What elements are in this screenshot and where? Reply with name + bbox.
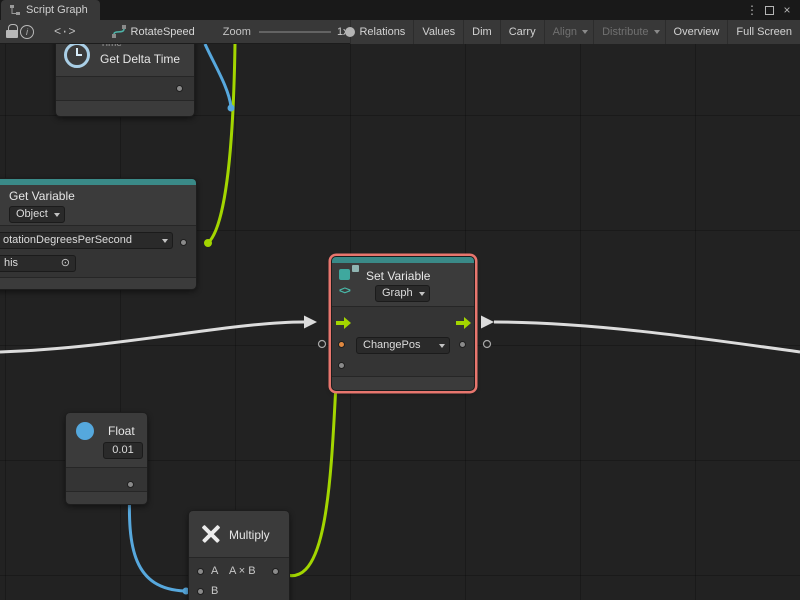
multiply-b-port[interactable] — [197, 588, 204, 595]
node-category: Time — [100, 44, 122, 49]
float-value-field[interactable]: 0.01 — [103, 442, 143, 459]
graph-node-glyph — [339, 269, 350, 280]
overview-button[interactable]: Overview — [665, 20, 728, 44]
node-title: Float — [108, 424, 135, 438]
node-float[interactable]: Float 0.01 — [65, 412, 148, 505]
set-variable-icon — [338, 265, 362, 301]
flow-arrow-cap-right — [481, 316, 494, 329]
script-graph-icon — [9, 4, 21, 16]
flow-wire-right — [494, 322, 800, 352]
variable-value-port[interactable] — [180, 239, 187, 246]
flow-output-port[interactable] — [456, 317, 471, 329]
delta-time-output-port[interactable] — [176, 85, 183, 92]
info-icon[interactable] — [18, 20, 36, 44]
arrow-bar — [336, 321, 344, 325]
port-label-result: A × B — [229, 565, 256, 577]
lock-icon[interactable] — [0, 20, 18, 44]
variable-name-dropdown[interactable]: otationDegreesPerSecond — [0, 232, 173, 249]
code-icon[interactable]: <·> — [52, 20, 78, 44]
port-label-b: B — [211, 585, 218, 597]
graph-name: RotateSpeed — [131, 26, 195, 38]
node-title: Multiply — [229, 528, 270, 542]
maximize-icon[interactable] — [765, 6, 774, 15]
node-port-section — [56, 77, 194, 100]
node-port-section — [66, 468, 147, 491]
tab-title: Script Graph — [26, 4, 88, 16]
variable-scope-dropdown[interactable]: Graph — [375, 285, 430, 302]
float-output-port[interactable] — [127, 481, 134, 488]
value-output-port[interactable] — [459, 341, 466, 348]
node-title: Get Delta Time — [100, 52, 180, 66]
multiply-icon — [201, 524, 221, 544]
node-multiply[interactable]: Multiply A A × B B — [188, 510, 290, 600]
toolbar-buttons: Relations Values Dim Carry Align Distrib… — [350, 20, 800, 44]
variable-name-dropdown[interactable]: ChangePos — [356, 337, 450, 354]
target-value: his — [4, 257, 18, 269]
port-label-a: A — [211, 565, 218, 577]
graph-canvas[interactable]: Time Get Delta Time Get Variable Object … — [0, 44, 800, 600]
node-footer — [0, 278, 196, 290]
node-set-variable[interactable]: Set Variable Graph ChangePos — [331, 256, 475, 391]
node-footer — [66, 492, 147, 505]
multiply-a-port[interactable] — [197, 568, 204, 575]
close-icon[interactable]: × — [780, 4, 794, 16]
arrow-bar — [456, 321, 464, 325]
fallback-input-port[interactable] — [338, 362, 345, 369]
full-screen-button[interactable]: Full Screen — [727, 20, 800, 44]
code-brackets-icon — [339, 285, 350, 297]
flow-wire-left — [0, 322, 304, 352]
node-footer — [332, 377, 474, 391]
object-picker-icon[interactable]: ⊙ — [61, 258, 70, 269]
node-title: Get Variable — [9, 189, 75, 203]
value-wire-top — [205, 44, 231, 107]
variable-scope-dropdown[interactable]: Object — [9, 206, 65, 223]
menu-icon[interactable]: ⋮ — [745, 4, 759, 16]
flow-arrow-cap-left — [304, 316, 317, 329]
relations-button[interactable]: Relations — [350, 20, 413, 44]
tab-bar: Script Graph ⋮ × — [0, 0, 800, 20]
node-title: Set Variable — [366, 269, 430, 283]
node-footer — [56, 101, 194, 117]
graph-reference[interactable]: RotateSpeed — [112, 25, 195, 38]
node-get-delta-time[interactable]: Time Get Delta Time — [55, 44, 195, 117]
dim-button[interactable]: Dim — [463, 20, 500, 44]
getvariable-output-port — [204, 239, 212, 247]
setvariable-outer-input-port — [319, 341, 326, 348]
graph-node-glyph-small — [352, 265, 359, 272]
float-literal-icon — [76, 422, 94, 440]
tab-script-graph[interactable]: Script Graph — [1, 0, 100, 20]
values-button[interactable]: Values — [413, 20, 463, 44]
arrow-tip — [344, 317, 351, 329]
distribute-dropdown-button[interactable]: Distribute — [593, 20, 664, 44]
zoom-slider-track — [259, 31, 331, 33]
flow-input-port[interactable] — [336, 317, 351, 329]
zoom-label: Zoom — [223, 26, 251, 38]
zoom-slider[interactable] — [259, 20, 331, 44]
graph-asset-icon — [112, 25, 126, 38]
variable-target-field[interactable]: his ⊙ — [0, 255, 76, 272]
align-dropdown-button[interactable]: Align — [544, 20, 593, 44]
value-wire-top-endpoint — [228, 105, 235, 112]
zoom-slider-handle[interactable] — [345, 27, 355, 37]
value-input-port[interactable] — [338, 341, 345, 348]
setvariable-outer-output-port — [484, 341, 491, 348]
multiply-result-port[interactable] — [272, 568, 279, 575]
graph-toolbar: <·> RotateSpeed Zoom 1x Relations Values… — [0, 20, 800, 44]
arrow-tip — [464, 317, 471, 329]
node-get-variable[interactable]: Get Variable Object otationDegreesPerSec… — [0, 178, 197, 290]
carry-button[interactable]: Carry — [500, 20, 544, 44]
value-wire-getvariable-up — [208, 44, 235, 243]
window-controls: ⋮ × — [745, 0, 800, 20]
unity-script-graph-window: Script Graph ⋮ × <·> RotateSpeed Zoom 1x… — [0, 0, 800, 600]
